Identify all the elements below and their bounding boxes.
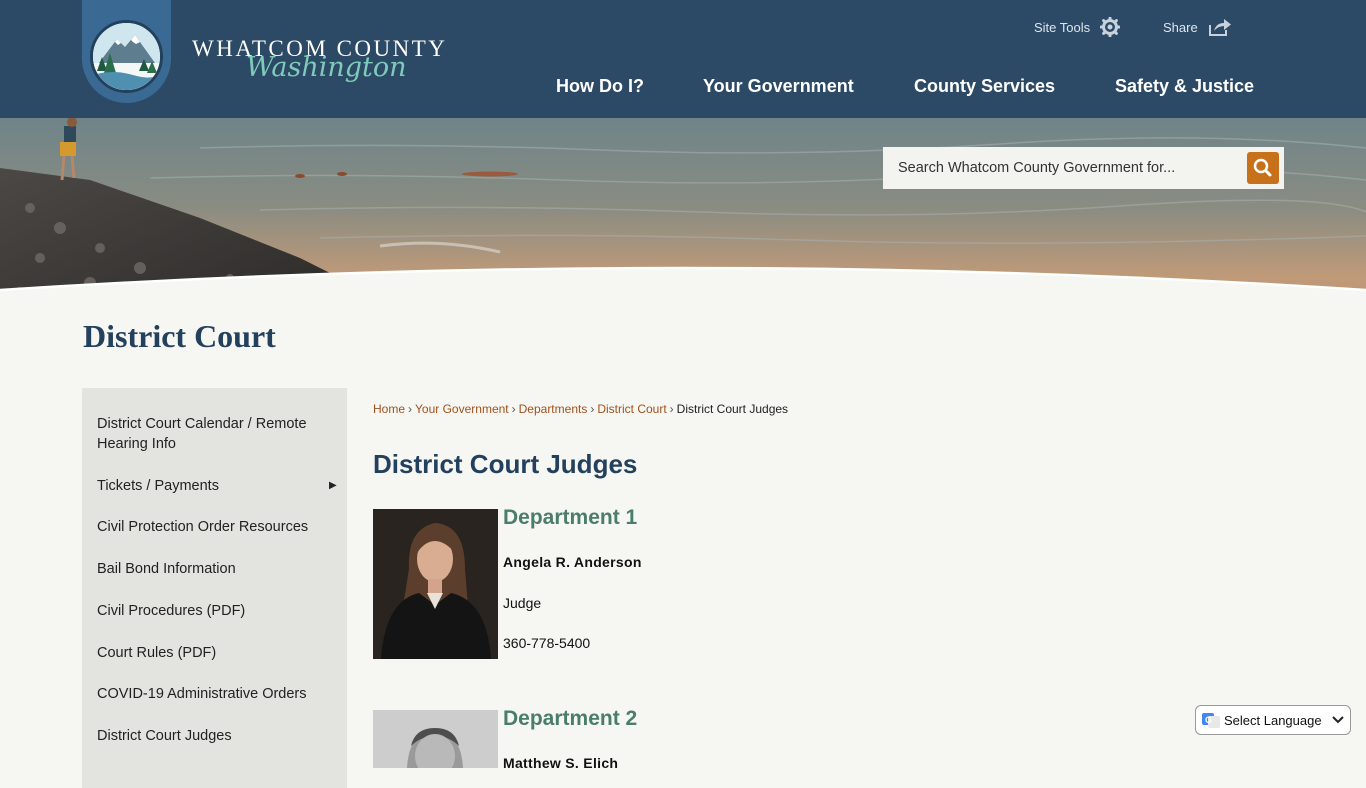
gear-icon [1100, 17, 1121, 37]
nav-county-services[interactable]: County Services [914, 76, 1055, 97]
submenu-arrow-icon[interactable]: ▶ [329, 480, 337, 491]
svg-text:G: G [1205, 715, 1212, 725]
judge-phone: 360-778-5400 [503, 635, 591, 651]
nav-your-government[interactable]: Your Government [703, 76, 854, 97]
judge-portrait [373, 710, 498, 768]
language-select[interactable]: G Select Language [1195, 705, 1351, 735]
sidebar-item-covid-orders[interactable]: COVID-19 Administrative Orders [97, 684, 319, 704]
department-heading: Department 2 [503, 707, 638, 730]
nav-safety-justice[interactable]: Safety & Justice [1115, 76, 1254, 97]
share-button[interactable]: Share [1163, 17, 1232, 37]
search-input[interactable] [883, 147, 1243, 189]
nav-how-do-i[interactable]: How Do I? [556, 76, 644, 97]
breadcrumb-home[interactable]: Home [373, 402, 405, 416]
site-tools-button[interactable]: Site Tools [1034, 17, 1121, 37]
breadcrumb-departments[interactable]: Departments [519, 402, 588, 416]
site-tools-label: Site Tools [1034, 19, 1091, 35]
language-select-label: Select Language [1224, 712, 1322, 728]
judge-portrait [373, 509, 498, 659]
department-heading: Department 1 [503, 506, 638, 529]
search-box [883, 147, 1284, 189]
search-button[interactable] [1247, 152, 1279, 184]
sidebar-item-court-rules[interactable]: Court Rules (PDF) [97, 643, 319, 663]
google-translate-icon: G [1202, 713, 1220, 728]
judge-photo [373, 710, 498, 768]
sidebar-item-bail-bond[interactable]: Bail Bond Information [97, 559, 319, 579]
share-icon [1208, 19, 1231, 36]
judge-name: Matthew S. Elich [503, 755, 619, 771]
judge-role: Judge [503, 595, 542, 611]
chevron-down-icon [1331, 716, 1344, 724]
sidebar-item-tickets[interactable]: Tickets / Payments [97, 476, 319, 496]
breadcrumb-district-court[interactable]: District Court [597, 402, 666, 416]
sidebar-item-judges[interactable]: District Court Judges [97, 726, 319, 746]
sidebar-item-civil-procedures[interactable]: Civil Procedures (PDF) [97, 601, 319, 621]
sidebar-item-calendar[interactable]: District Court Calendar / Remote Hearing… [97, 414, 319, 454]
site-header: WHATCOM COUNTY Washington Site Tools Sha… [0, 0, 1366, 118]
search-icon [1253, 158, 1272, 177]
logo-subtitle[interactable]: Washington [246, 52, 407, 83]
breadcrumb: Home › Your Government › Departments › Distric… [373, 402, 789, 416]
breadcrumb-your-government[interactable]: Your Government [415, 402, 509, 416]
sidebar-nav: District Court Calendar / Remote Hearing… [82, 388, 347, 788]
mountain-logo-icon [93, 23, 160, 90]
content-title: District Court Judges [373, 449, 638, 479]
page-title: District Court [83, 318, 276, 354]
judge-photo [373, 509, 498, 659]
sidebar-item-protection-orders[interactable]: Civil Protection Order Resources [97, 517, 319, 537]
county-logo-badge[interactable] [90, 20, 163, 93]
share-label: Share [1163, 19, 1198, 35]
judge-name: Angela R. Anderson [503, 554, 642, 570]
breadcrumb-current: District Court Judges [676, 402, 789, 416]
logo-tab[interactable] [82, 0, 171, 103]
